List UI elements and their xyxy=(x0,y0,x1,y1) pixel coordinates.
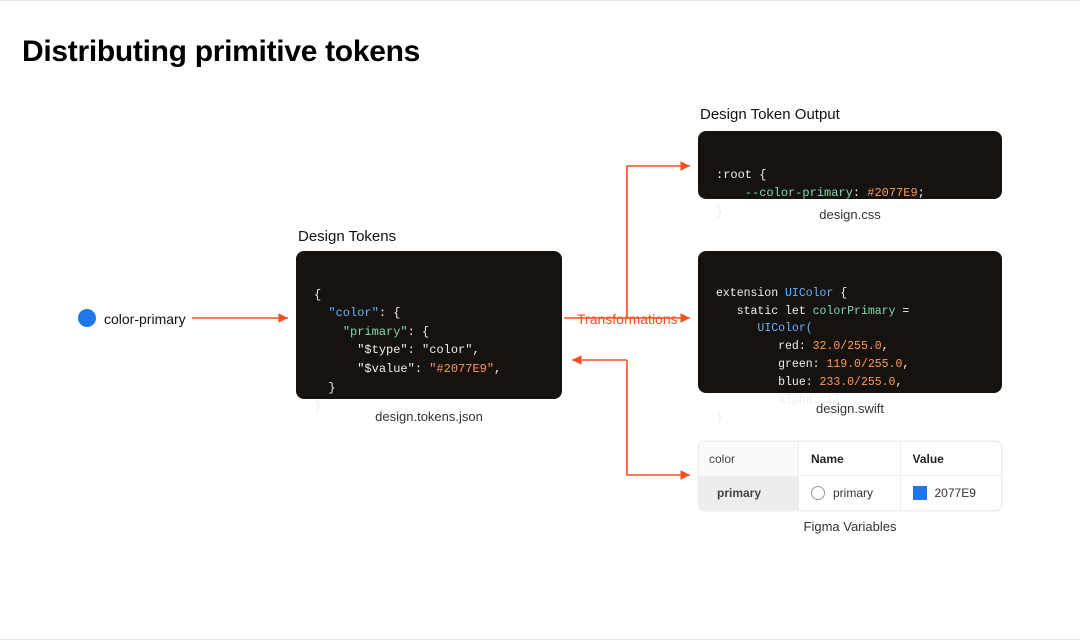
color-swatch xyxy=(78,309,96,327)
figma-col-value-header: Value xyxy=(901,442,1002,476)
design-tokens-caption: design.tokens.json xyxy=(296,409,562,424)
figma-row-name-text: primary xyxy=(833,486,873,500)
design-css-caption: design.css xyxy=(698,207,1002,222)
figma-row-value: 2077E9 xyxy=(901,476,1002,510)
transformations-label: Transformations xyxy=(577,311,678,327)
color-chip-icon xyxy=(913,486,927,500)
design-css-code: :root { --color-primary: #2077E9; } xyxy=(698,131,1002,199)
token-name-label: color-primary xyxy=(104,311,186,327)
variable-icon xyxy=(811,486,825,500)
figma-variables-caption: Figma Variables xyxy=(698,519,1002,534)
design-tokens-code: { "color": { "primary": { "$type": "colo… xyxy=(296,251,562,399)
figma-group-primary: primary xyxy=(699,476,798,510)
figma-group-color: color xyxy=(699,442,798,476)
design-tokens-heading: Design Tokens xyxy=(298,228,396,245)
design-swift-code: extension UIColor { static let colorPrim… xyxy=(698,251,1002,393)
figma-col-name-header: Name xyxy=(799,442,900,476)
figma-row-name: primary xyxy=(799,476,900,510)
figma-variables-table: color primary Name primary Value 2077E9 xyxy=(698,441,1002,511)
design-token-output-heading: Design Token Output xyxy=(700,106,840,123)
design-swift-caption: design.swift xyxy=(698,401,1002,416)
figma-row-value-text: 2077E9 xyxy=(935,486,976,500)
page-title: Distributing primitive tokens xyxy=(22,35,420,69)
